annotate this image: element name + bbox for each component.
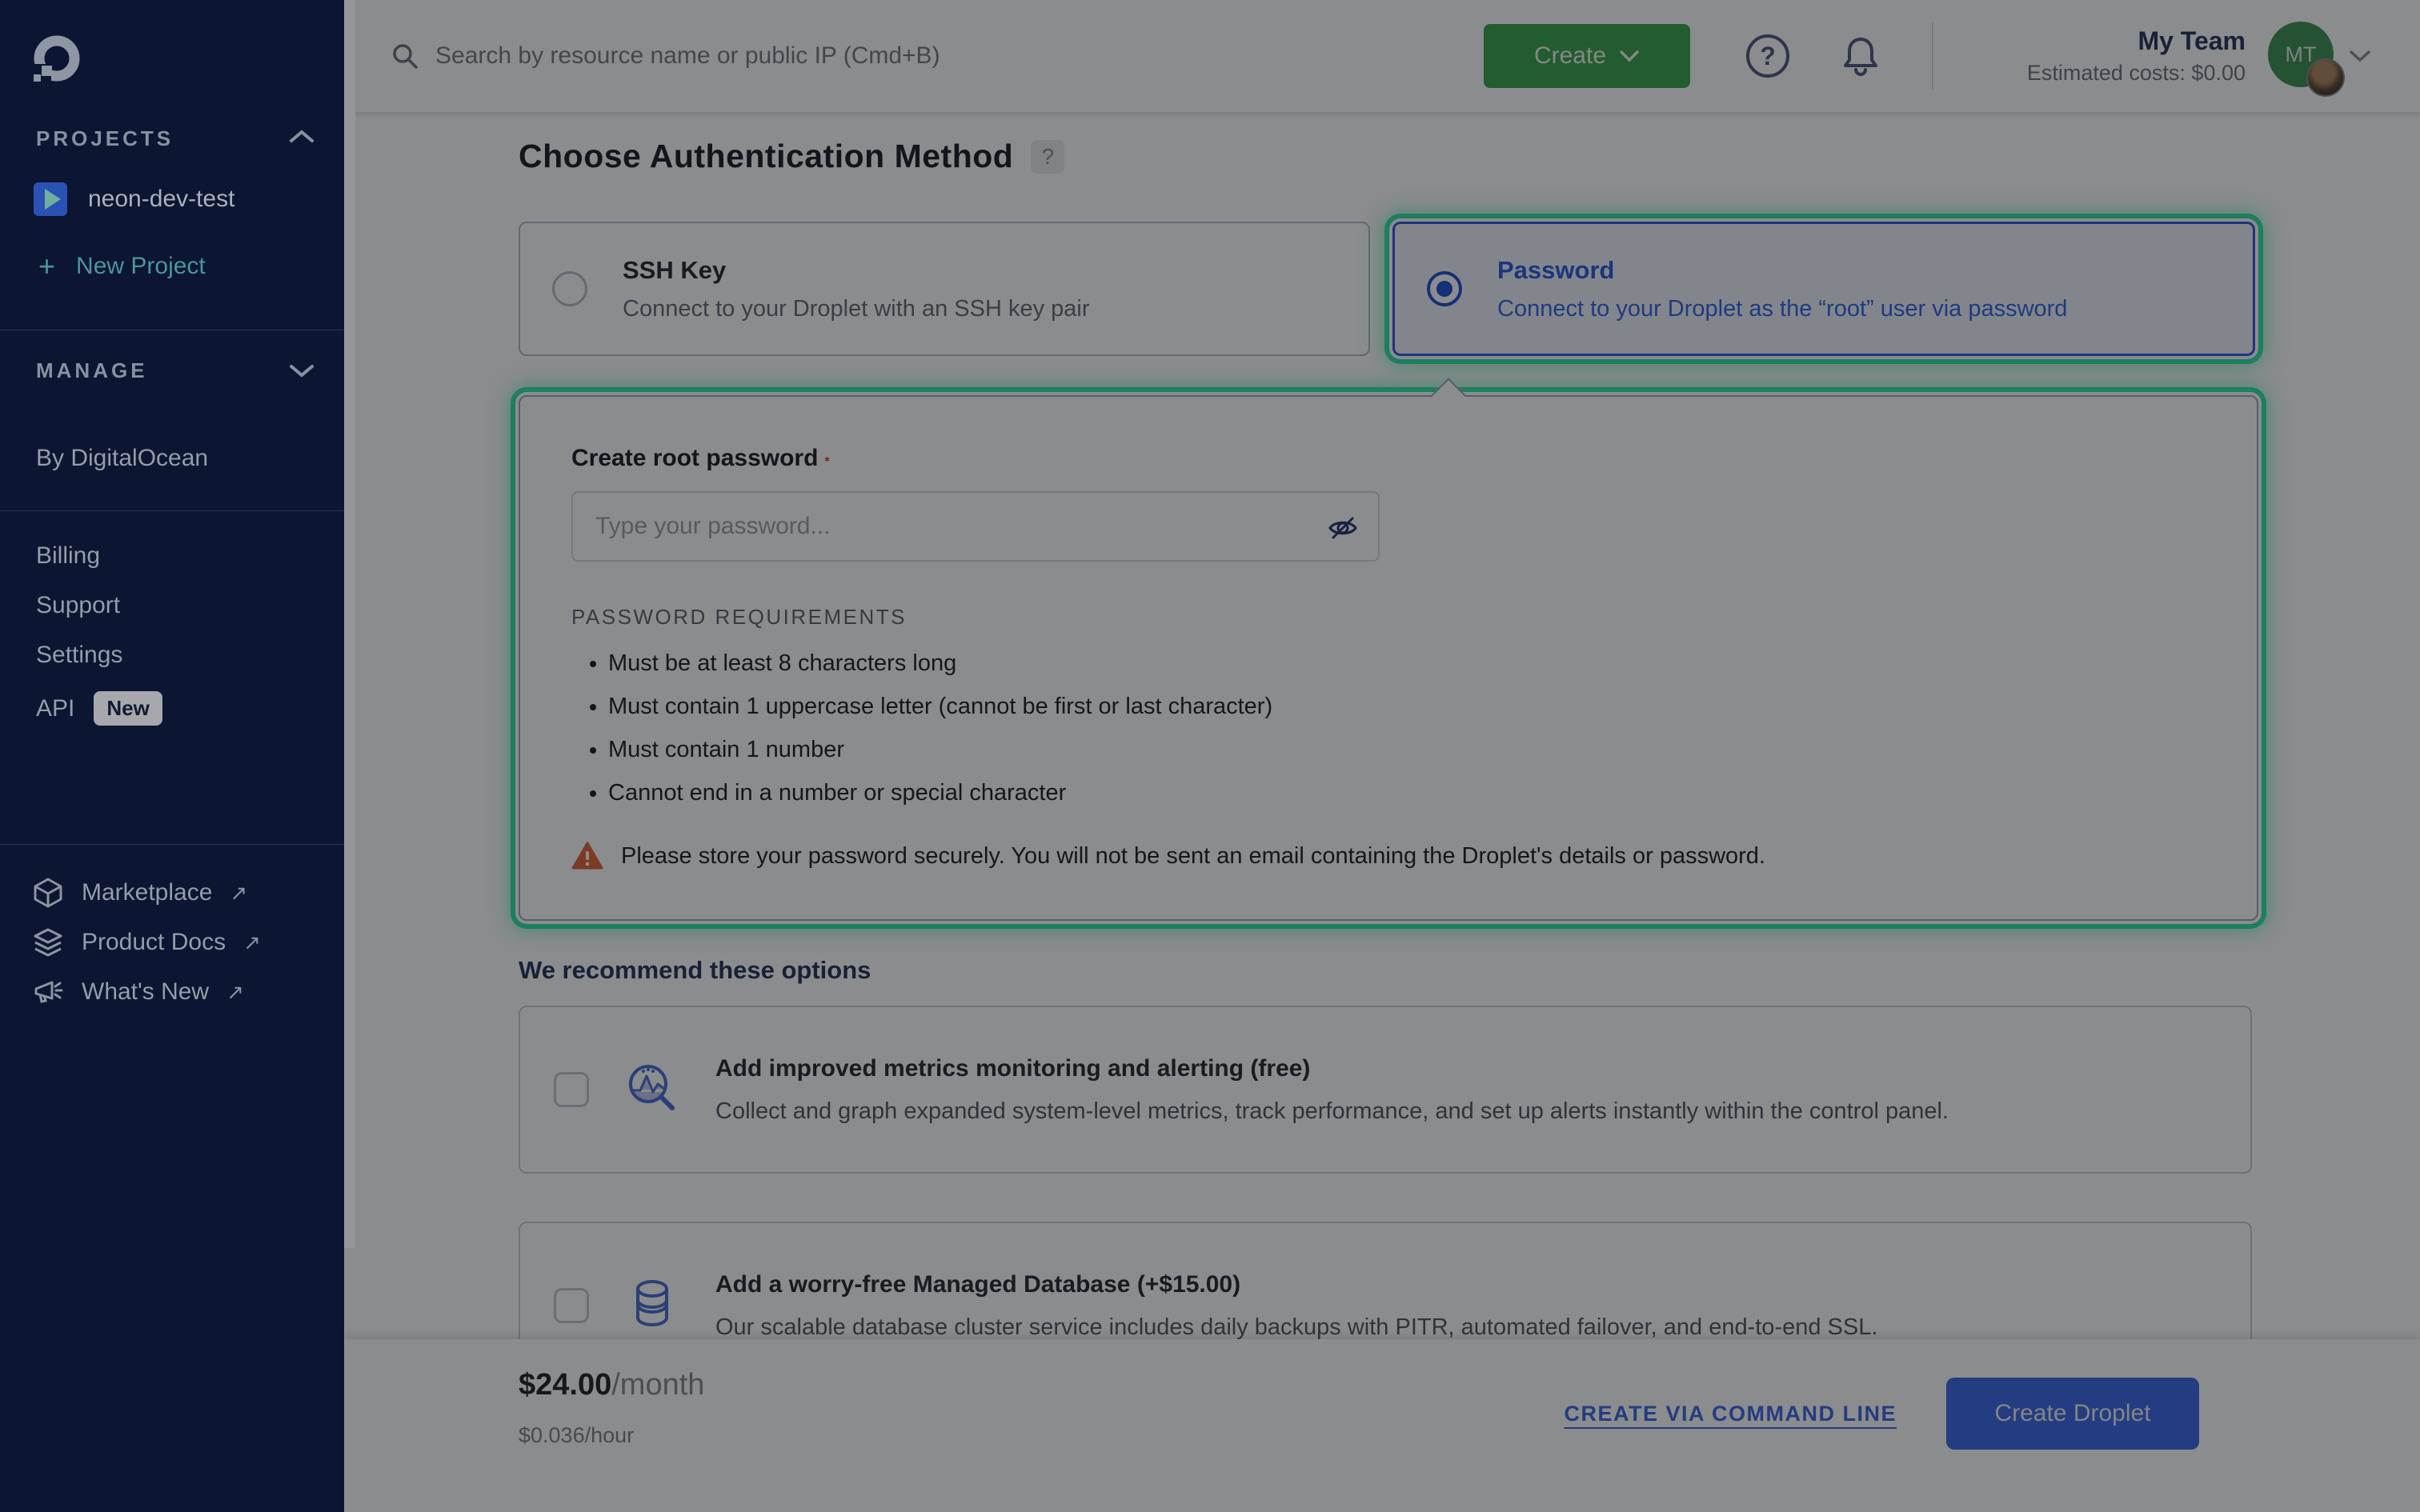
new-badge: New bbox=[94, 691, 162, 726]
product-docs-label: Product Docs bbox=[82, 929, 226, 956]
password-panel: Create root password * PASSWORD REQUIREME… bbox=[519, 395, 2258, 921]
sidebar-item-api[interactable]: API New bbox=[36, 691, 162, 726]
whats-new-label: What's New bbox=[82, 978, 209, 1006]
account-avatar[interactable]: MT bbox=[2268, 22, 2337, 90]
sidebar-item-support[interactable]: Support bbox=[36, 592, 120, 619]
sidebar-item-billing[interactable]: Billing bbox=[36, 542, 100, 570]
password-requirements-header: PASSWORD REQUIREMENTS bbox=[571, 605, 2257, 630]
external-link-icon: ↗ bbox=[226, 980, 244, 1005]
requirement-item: Must contain 1 number bbox=[608, 737, 2257, 763]
search-input[interactable] bbox=[435, 42, 1316, 70]
search-bar[interactable] bbox=[389, 40, 1484, 72]
chevron-down-icon[interactable] bbox=[288, 362, 315, 379]
hourly-price: $0.036/hour bbox=[519, 1423, 704, 1448]
api-label: API bbox=[36, 695, 74, 722]
sidebar-item-marketplace[interactable]: Marketplace ↗ bbox=[32, 877, 247, 909]
plus-icon: + bbox=[38, 250, 55, 283]
root-password-input[interactable] bbox=[571, 491, 1380, 562]
metrics-option-desc: Collect and graph expanded system-level … bbox=[715, 1098, 1949, 1125]
password-desc: Connect to your Droplet as the “root” us… bbox=[1497, 296, 2067, 322]
external-link-icon: ↗ bbox=[243, 930, 261, 955]
sidebar-item-product-docs[interactable]: Product Docs ↗ bbox=[32, 926, 261, 958]
sidebar-item-whats-new[interactable]: What's New ↗ bbox=[32, 976, 244, 1008]
section-help-icon[interactable]: ? bbox=[1031, 140, 1064, 174]
metrics-magnifier-icon bbox=[623, 1060, 682, 1119]
project-icon bbox=[34, 182, 67, 216]
monthly-price-suffix: /month bbox=[611, 1368, 704, 1402]
support-label: Support bbox=[36, 592, 120, 619]
recommend-heading: We recommend these options bbox=[519, 956, 2420, 985]
cube-icon bbox=[32, 877, 64, 909]
password-option-card[interactable]: Password Connect to your Droplet as the … bbox=[1392, 222, 2255, 356]
database-option-desc: Our scalable database cluster service in… bbox=[715, 1314, 1877, 1341]
requirement-item: Must contain 1 uppercase letter (cannot … bbox=[608, 694, 2257, 720]
sidebar-scrollbar[interactable] bbox=[344, 0, 355, 1248]
new-project-button[interactable]: + New Project bbox=[38, 250, 206, 283]
project-name: neon-dev-test bbox=[88, 186, 234, 213]
ssh-key-title: SSH Key bbox=[623, 256, 1090, 285]
megaphone-icon bbox=[32, 976, 64, 1008]
help-icon[interactable]: ? bbox=[1746, 34, 1789, 78]
divider bbox=[0, 844, 344, 845]
notifications-bell-icon[interactable] bbox=[1841, 34, 1881, 78]
sidebar: PROJECTS neon-dev-test + New Project MAN… bbox=[0, 0, 344, 1512]
database-option-title: Add a worry-free Managed Database (+$15.… bbox=[715, 1271, 1877, 1298]
main-content: Choose Authentication Method ? SSH Key C… bbox=[344, 112, 2420, 1339]
divider bbox=[0, 510, 344, 511]
sidebar-item-by-digitalocean[interactable]: By DigitalOcean bbox=[36, 445, 208, 472]
chevron-down-icon bbox=[1619, 49, 1640, 63]
sidebar-item-settings[interactable]: Settings bbox=[36, 642, 122, 669]
required-asterisk: * bbox=[824, 455, 829, 469]
sidebar-item-project[interactable]: neon-dev-test bbox=[34, 182, 234, 216]
metrics-checkbox[interactable] bbox=[554, 1072, 589, 1107]
database-icon bbox=[623, 1276, 682, 1335]
create-button[interactable]: Create bbox=[1484, 24, 1690, 88]
topbar: Create ? My Team Estimated costs: $0.00 … bbox=[344, 0, 2420, 112]
create-button-label: Create bbox=[1534, 42, 1606, 70]
page-title: Choose Authentication Method bbox=[519, 138, 1013, 175]
digitalocean-logo-icon[interactable] bbox=[30, 34, 82, 85]
create-via-command-line-link[interactable]: CREATE VIA COMMAND LINE bbox=[1565, 1402, 1897, 1426]
ssh-key-desc: Connect to your Droplet with an SSH key … bbox=[623, 296, 1090, 322]
toggle-password-visibility-button[interactable] bbox=[1325, 510, 1360, 546]
user-avatar bbox=[2306, 58, 2345, 97]
metrics-option-card[interactable]: Add improved metrics monitoring and aler… bbox=[519, 1006, 2252, 1174]
auth-method-options: SSH Key Connect to your Droplet with an … bbox=[519, 222, 2420, 356]
external-link-icon: ↗ bbox=[230, 881, 247, 906]
manage-section-header[interactable]: MANAGE bbox=[36, 358, 148, 383]
password-requirements-list: Must be at least 8 characters long Must … bbox=[571, 650, 2257, 806]
password-title: Password bbox=[1497, 256, 2067, 285]
create-droplet-button[interactable]: Create Droplet bbox=[1946, 1378, 2199, 1450]
marketplace-label: Marketplace bbox=[82, 879, 212, 906]
requirement-item: Must be at least 8 characters long bbox=[608, 650, 2257, 677]
new-project-label: New Project bbox=[76, 253, 206, 280]
team-info[interactable]: My Team Estimated costs: $0.00 bbox=[1965, 26, 2246, 86]
warning-icon bbox=[571, 842, 603, 870]
chevron-down-icon[interactable] bbox=[2348, 48, 2372, 64]
settings-label: Settings bbox=[36, 642, 122, 669]
team-name: My Team bbox=[1965, 26, 2246, 56]
panel-notch bbox=[1430, 378, 1466, 414]
database-checkbox[interactable] bbox=[554, 1288, 589, 1323]
layers-icon bbox=[32, 926, 64, 958]
projects-section-header[interactable]: PROJECTS bbox=[36, 126, 174, 151]
checkout-footer: $24.00/month $0.036/hour CREATE VIA COMM… bbox=[344, 1339, 2420, 1512]
ssh-key-radio[interactable] bbox=[552, 271, 587, 306]
eye-slash-icon bbox=[1325, 510, 1360, 546]
chevron-up-icon[interactable] bbox=[288, 128, 315, 146]
password-warning-text: Please store your password securely. You… bbox=[621, 843, 1765, 870]
password-radio-selected[interactable] bbox=[1427, 271, 1462, 306]
billing-label: Billing bbox=[36, 542, 100, 570]
divider bbox=[1932, 22, 1933, 90]
estimated-costs: Estimated costs: $0.00 bbox=[1965, 61, 2246, 86]
metrics-option-title: Add improved metrics monitoring and aler… bbox=[715, 1055, 1949, 1082]
search-icon bbox=[389, 40, 421, 72]
root-password-label: Create root password bbox=[571, 445, 818, 471]
by-digitalocean-label: By DigitalOcean bbox=[36, 445, 208, 472]
requirement-item: Cannot end in a number or special charac… bbox=[608, 780, 2257, 806]
monthly-price: $24.00/month bbox=[519, 1368, 704, 1402]
monthly-price-value: $24.00 bbox=[519, 1368, 611, 1402]
ssh-key-option-card[interactable]: SSH Key Connect to your Droplet with an … bbox=[519, 222, 1370, 356]
